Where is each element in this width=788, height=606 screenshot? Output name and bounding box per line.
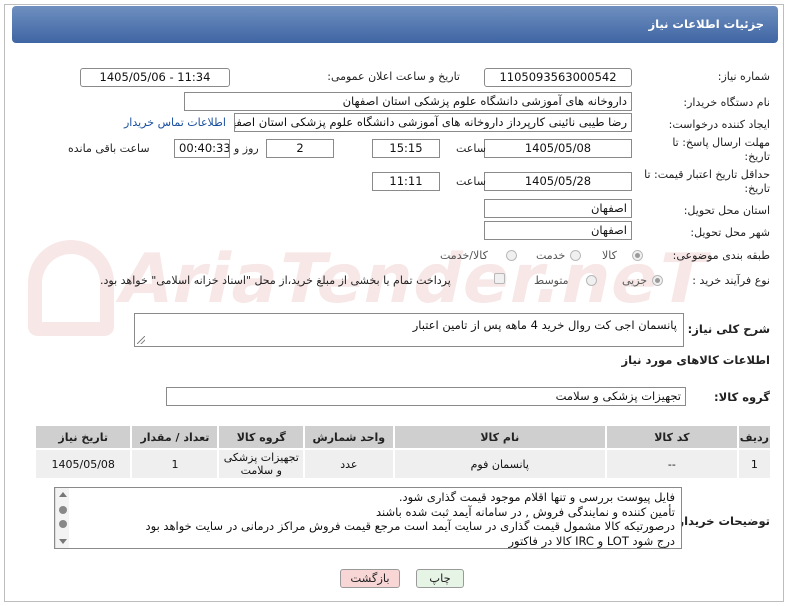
buyer-contact-link[interactable]: اطلاعات تماس خریدار <box>124 116 226 129</box>
price-validity-label: حداقل تاریخ اعتبار قیمت: تا تاریخ: <box>640 168 770 196</box>
announce-datetime-label: تاریخ و ساعت اعلان عمومی: <box>327 70 460 83</box>
general-description-field[interactable]: پانسمان اجی کت روال خرید 4 ماهه پس از تا… <box>134 313 684 347</box>
cell-quantity: 1 <box>130 448 220 480</box>
reply-deadline-text: مهلت ارسال پاسخ: تا تاریخ: <box>672 136 770 163</box>
requester-label: ایجاد کننده درخواست: <box>668 118 770 131</box>
col-item-code: کد کالا <box>604 424 739 450</box>
need-number-label: شماره نیاز: <box>717 70 770 83</box>
cell-item-name: پانسمان فوم <box>392 448 607 480</box>
process-option-minor: جزیی <box>622 274 648 287</box>
col-need-date: تاریخ نیاز <box>33 424 133 450</box>
category-radio-goods-service[interactable] <box>506 250 517 261</box>
announce-datetime-field: 1405/05/06 - 11:34 <box>80 68 230 87</box>
reply-days-field: 2 <box>266 139 334 158</box>
goods-table: ردیف کد کالا نام کالا واحد شمارش گروه کا… <box>33 424 773 480</box>
scroll-up-icon[interactable] <box>59 492 67 497</box>
process-option-medium: متوسط <box>534 274 569 287</box>
buyer-note-line: درج شود LOT و IRC کالا در فاکتور <box>508 533 675 548</box>
price-validity-date-field: 1405/05/28 <box>484 172 632 191</box>
cell-unit: عدد <box>303 448 395 480</box>
delivery-city-label: شهر محل تحویل: <box>690 226 770 239</box>
general-description-label: شرح کلی نیاز: <box>687 322 770 336</box>
delivery-province-label: استان محل تحویل: <box>683 204 770 217</box>
scroll-down-icon[interactable] <box>59 539 67 544</box>
cell-row-number: 1 <box>736 448 773 480</box>
scroll-thumb[interactable] <box>59 506 67 514</box>
goods-info-title: اطلاعات کالاهای مورد نیاز <box>621 353 770 367</box>
category-option-goods: کالا <box>602 249 617 262</box>
cell-item-code: -- <box>604 448 739 480</box>
reply-time-field: 15:15 <box>372 139 440 158</box>
buyer-note-line: فایل پیوست بررسی و تنها اقلام موجود قیمت… <box>398 490 675 504</box>
category-radio-service[interactable] <box>570 250 581 261</box>
buyer-org-field: داروخانه های آموزشی دانشگاه علوم پزشکی ا… <box>184 92 632 111</box>
table-header-row: ردیف کد کالا نام کالا واحد شمارش گروه کا… <box>33 424 773 450</box>
purchase-process-label: نوع فرآیند خرید : <box>692 274 770 287</box>
category-option-service: خدمت <box>536 249 566 262</box>
goods-group-field: تجهیزات پزشکی و سلامت <box>166 387 686 406</box>
cell-item-group: تجهیزات پزشکی و سلامت <box>217 448 306 480</box>
col-unit: واحد شمارش <box>303 424 395 450</box>
price-validity-time-field: 11:11 <box>372 172 440 191</box>
col-row-number: ردیف <box>736 424 773 450</box>
category-label: طبقه بندی موضوعی: <box>672 249 770 262</box>
process-radio-minor[interactable] <box>652 275 663 286</box>
delivery-province-field: اصفهان <box>484 199 632 218</box>
watermark-logo <box>28 240 114 336</box>
process-radio-medium[interactable] <box>586 275 597 286</box>
reply-deadline-label: مهلت ارسال پاسخ: تا تاریخ: <box>650 136 770 164</box>
remaining-time-label: ساعت باقی مانده <box>68 142 150 155</box>
col-quantity: تعداد / مقدار <box>130 424 220 450</box>
buyer-notes-field[interactable]: فایل پیوست بررسی و تنها اقلام موجود قیمت… <box>54 487 682 549</box>
price-validity-text: حداقل تاریخ اعتبار قیمت: تا تاریخ: <box>644 168 770 195</box>
col-item-group: گروه کالا <box>217 424 306 450</box>
treasury-payment-note: پرداخت تمام یا بخشی از مبلغ خرید،از محل … <box>100 274 451 287</box>
page-header: جزئیات اطلاعات نیاز <box>12 6 778 43</box>
need-number-field: 1105093563000542 <box>484 68 632 87</box>
buyer-note-line: درصورتیکه کالا مشمول قیمت گذاری در سایت … <box>145 519 675 533</box>
buyer-note-line: تأمین کننده و نمایندگی فروش , در سامانه … <box>376 504 675 519</box>
resize-handle[interactable] <box>137 336 145 344</box>
price-validity-time-label: ساعت <box>456 175 486 188</box>
reply-time-label: ساعت <box>456 142 486 155</box>
page-title: جزئیات اطلاعات نیاز <box>648 17 764 31</box>
notes-scrollbar[interactable] <box>55 488 69 548</box>
delivery-city-field: اصفهان <box>484 221 632 240</box>
requester-field: رضا طیبی نائینی کارپرداز داروخانه های آم… <box>234 113 632 132</box>
back-button[interactable]: بازگشت <box>340 569 400 588</box>
cell-need-date: 1405/05/08 <box>33 448 133 480</box>
treasury-payment-checkbox[interactable] <box>494 273 505 284</box>
col-item-name: نام کالا <box>392 424 607 450</box>
reply-date-field: 1405/05/08 <box>484 139 632 158</box>
category-radio-goods[interactable] <box>632 250 643 261</box>
goods-group-label: گروه کالا: <box>714 390 770 404</box>
reply-days-label: روز و <box>234 142 259 155</box>
print-button[interactable]: چاپ <box>416 569 464 588</box>
buyer-notes-label: توضیحات خریدار: <box>672 514 770 528</box>
table-row: 1 -- پانسمان فوم عدد تجهیزات پزشکی و سلا… <box>33 448 773 480</box>
buyer-org-label: نام دستگاه خریدار: <box>683 96 770 109</box>
scroll-thumb-secondary <box>59 520 67 528</box>
remaining-time-field: 00:40:33 <box>174 139 230 158</box>
general-description-text: پانسمان اجی کت روال خرید 4 ماهه پس از تا… <box>412 318 677 332</box>
category-option-goods-service: کالا/خدمت <box>440 249 488 262</box>
